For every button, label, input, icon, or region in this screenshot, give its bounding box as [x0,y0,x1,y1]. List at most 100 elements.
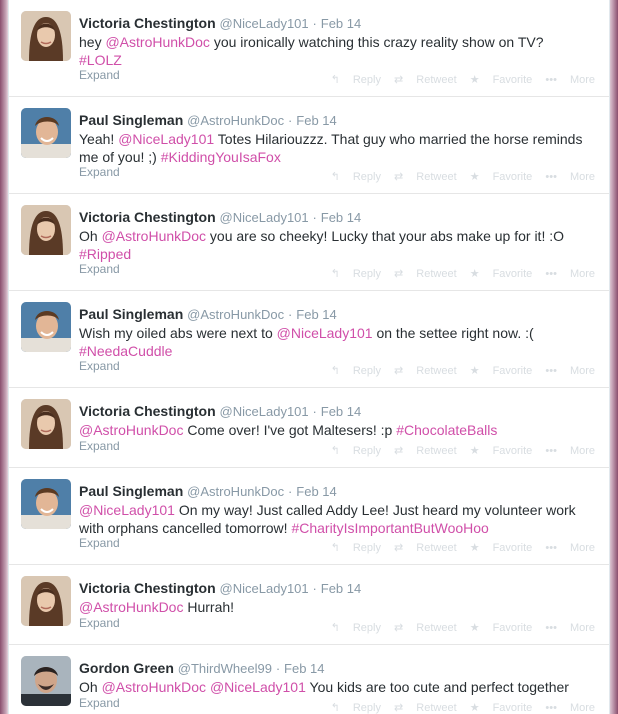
retweet-action[interactable]: ⇄ Retweet [394,702,457,714]
more-action[interactable]: ••• More [545,268,595,280]
favorite-action[interactable]: ★ Favorite [470,622,533,634]
star-icon: ★ [469,622,480,634]
more-action[interactable]: ••• More [545,445,595,457]
favorite-action[interactable]: ★ Favorite [470,268,533,280]
tweet-date[interactable]: Feb 14 [296,307,336,322]
expand-link[interactable]: Expand [79,536,120,550]
display-name[interactable]: Victoria Chestington [79,580,216,596]
retweet-action[interactable]: ⇄ Retweet [394,622,457,634]
tweet[interactable]: Victoria Chestington @NiceLady101 · Feb … [9,194,609,291]
reply-action[interactable]: ↰ Reply [331,268,381,280]
avatar[interactable] [21,576,71,626]
user-handle[interactable]: @AstroHunkDoc [187,113,284,128]
tweet[interactable]: Gordon Green @ThirdWheel99 · Feb 14 Oh @… [9,645,609,714]
more-action[interactable]: ••• More [545,622,595,634]
mention-link[interactable]: @AstroHunkDoc [102,679,206,695]
display-name[interactable]: Paul Singleman [79,306,183,322]
expand-link[interactable]: Expand [79,262,120,276]
user-handle[interactable]: @AstroHunkDoc [187,484,284,499]
favorite-action[interactable]: ★ Favorite [470,365,533,377]
reply-action[interactable]: ↰ Reply [331,702,381,714]
user-handle[interactable]: @NiceLady101 [220,404,309,419]
expand-link[interactable]: Expand [79,165,120,179]
tweet[interactable]: Victoria Chestington @NiceLady101 · Feb … [9,388,609,468]
user-handle[interactable]: @AstroHunkDoc [187,307,284,322]
reply-icon: ↰ [330,542,340,554]
mention-link[interactable]: @NiceLady101 [277,325,373,341]
retweet-action[interactable]: ⇄ Retweet [394,445,457,457]
tweet[interactable]: Paul Singleman @AstroHunkDoc · Feb 14 @N… [9,468,609,565]
more-action[interactable]: ••• More [545,365,595,377]
display-name[interactable]: Paul Singleman [79,112,183,128]
retweet-action[interactable]: ⇄ Retweet [394,542,457,554]
mention-link[interactable]: @NiceLady101 [79,502,175,518]
favorite-action[interactable]: ★ Favorite [470,171,533,183]
more-action[interactable]: ••• More [545,74,595,86]
expand-link[interactable]: Expand [79,696,120,710]
user-handle[interactable]: @NiceLady101 [220,581,309,596]
user-handle[interactable]: @ThirdWheel99 [178,661,272,676]
hashtag-link[interactable]: #NeedaCuddle [79,343,172,359]
retweet-action[interactable]: ⇄ Retweet [394,365,457,377]
hashtag-link[interactable]: #LOLZ [79,52,122,68]
reply-action[interactable]: ↰ Reply [331,445,381,457]
avatar[interactable] [21,479,71,529]
tweet[interactable]: Paul Singleman @AstroHunkDoc · Feb 14 Wi… [9,291,609,388]
more-action[interactable]: ••• More [545,171,595,183]
user-handle[interactable]: @NiceLady101 [220,210,309,225]
tweet-date[interactable]: Feb 14 [296,484,336,499]
avatar[interactable] [21,656,71,706]
expand-link[interactable]: Expand [79,616,120,630]
hashtag-link[interactable]: #ChocolateBalls [396,422,497,438]
more-action[interactable]: ••• More [545,542,595,554]
hashtag-link[interactable]: #KiddingYouIsaFox [161,149,281,165]
favorite-action[interactable]: ★ Favorite [470,74,533,86]
tweet[interactable]: Victoria Chestington @NiceLady101 · Feb … [9,565,609,645]
tweet-date[interactable]: Feb 14 [284,661,324,676]
hashtag-link[interactable]: #CharityIsImportantButWooHoo [291,520,488,536]
reply-action[interactable]: ↰ Reply [331,365,381,377]
expand-link[interactable]: Expand [79,439,120,453]
mention-link[interactable]: @NiceLady101 [118,131,214,147]
favorite-action[interactable]: ★ Favorite [470,702,533,714]
tweet[interactable]: Paul Singleman @AstroHunkDoc · Feb 14 Ye… [9,97,609,194]
display-name[interactable]: Paul Singleman [79,483,183,499]
favorite-action[interactable]: ★ Favorite [470,542,533,554]
display-name[interactable]: Victoria Chestington [79,403,216,419]
mention-link[interactable]: @AstroHunkDoc [105,34,209,50]
tweet-date[interactable]: Feb 14 [321,404,361,419]
display-name[interactable]: Victoria Chestington [79,209,216,225]
reply-action[interactable]: ↰ Reply [331,171,381,183]
expand-link[interactable]: Expand [79,68,120,82]
tweet-date[interactable]: Feb 14 [321,581,361,596]
tweet[interactable]: Victoria Chestington @NiceLady101 · Feb … [9,0,609,97]
reply-action[interactable]: ↰ Reply [331,622,381,634]
favorite-action[interactable]: ★ Favorite [470,445,533,457]
tweet-date[interactable]: Feb 14 [321,16,361,31]
hashtag-link[interactable]: #Ripped [79,246,131,262]
mention-link[interactable]: @NiceLady101 [210,679,306,695]
user-handle[interactable]: @NiceLady101 [220,16,309,31]
mention-link[interactable]: @AstroHunkDoc [79,599,183,615]
separator-dot: · [312,581,317,596]
reply-action[interactable]: ↰ Reply [331,542,381,554]
avatar[interactable] [21,205,71,255]
tweet-header: Paul Singleman @AstroHunkDoc · Feb 14 [79,111,599,130]
retweet-action[interactable]: ⇄ Retweet [394,268,457,280]
avatar[interactable] [21,302,71,352]
retweet-action[interactable]: ⇄ Retweet [394,74,457,86]
mention-link[interactable]: @AstroHunkDoc [79,422,183,438]
more-action[interactable]: ••• More [545,702,595,714]
reply-action[interactable]: ↰ Reply [331,74,381,86]
tweet-text-segment: Hurrah! [183,599,235,615]
avatar[interactable] [21,399,71,449]
retweet-action[interactable]: ⇄ Retweet [394,171,457,183]
tweet-date[interactable]: Feb 14 [321,210,361,225]
avatar[interactable] [21,11,71,61]
avatar[interactable] [21,108,71,158]
tweet-date[interactable]: Feb 14 [296,113,336,128]
display-name[interactable]: Gordon Green [79,660,174,676]
mention-link[interactable]: @AstroHunkDoc [102,228,206,244]
expand-link[interactable]: Expand [79,359,120,373]
display-name[interactable]: Victoria Chestington [79,15,216,31]
